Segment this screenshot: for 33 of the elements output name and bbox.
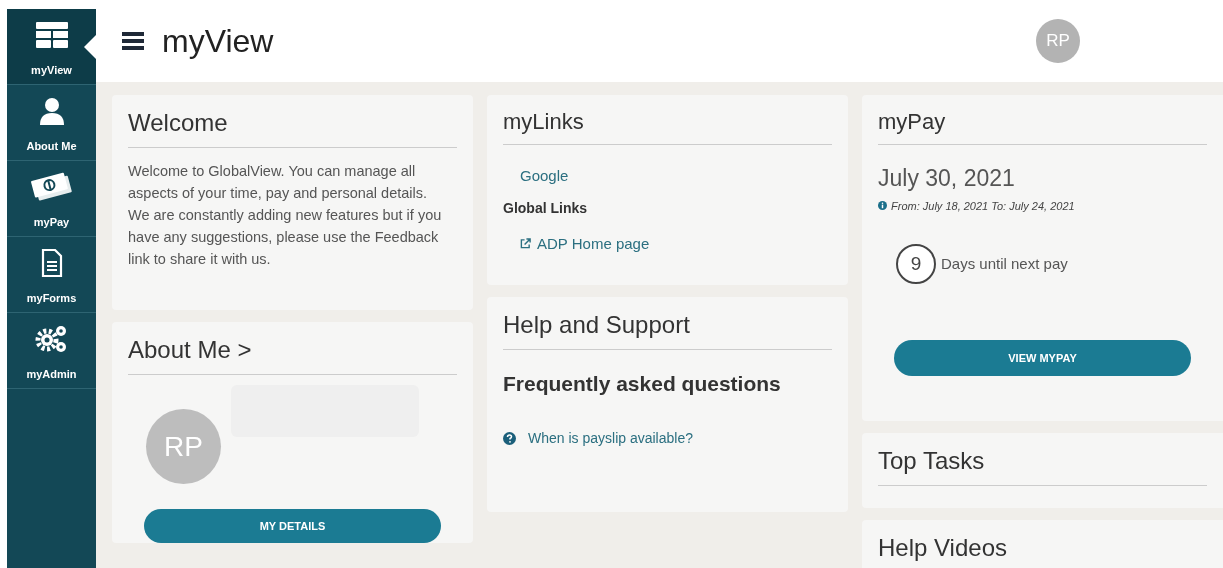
card-title: Top Tasks <box>878 443 1207 486</box>
selection-notch <box>84 35 96 59</box>
pay-period: From: July 18, 2021 To: July 24, 2021 <box>891 198 1075 214</box>
card-title: Help Videos <box>878 530 1207 568</box>
pay-date: July 30, 2021 <box>878 164 1016 193</box>
card-title: Help and Support <box>503 307 832 350</box>
section-label: Global Links <box>503 198 588 218</box>
link[interactable]: Google <box>520 165 569 188</box>
person-icon <box>38 97 65 126</box>
gears-icon <box>34 324 69 355</box>
link[interactable]: ADP Home page <box>520 232 650 255</box>
user-avatar: RP <box>146 409 221 484</box>
document-icon <box>40 249 63 278</box>
days-label: Days until next pay <box>941 253 1068 274</box>
faq-heading: Frequently asked questions <box>503 371 782 397</box>
card-title: myPay <box>878 105 1207 145</box>
grid-icon <box>35 22 68 49</box>
menu-icon[interactable] <box>122 32 144 50</box>
view-mypay-button[interactable]: VIEW MYPAY <box>894 340 1191 376</box>
info-icon <box>878 201 887 211</box>
external-link-icon <box>520 238 531 250</box>
welcome-text: We are constantly adding new features but if you have any suggestions, please use the Feedback link to share it with us. <box>128 206 443 269</box>
days-counter: 9 <box>896 244 936 284</box>
sidebar-item[interactable]: myView <box>7 9 96 85</box>
card-title[interactable]: About Me > <box>128 332 457 375</box>
my-details-button[interactable]: MY DETAILS <box>144 508 441 543</box>
faq-link[interactable]: When is payslip available? <box>528 427 693 449</box>
card-title: myLinks <box>503 105 832 145</box>
money-icon <box>29 171 74 204</box>
welcome-text: Welcome to GlobalView. You can manage all aspects of your time, pay and personal details. <box>128 162 429 203</box>
card-title: Welcome <box>128 105 457 148</box>
page-title: myView <box>162 22 274 61</box>
help-icon <box>503 431 516 445</box>
